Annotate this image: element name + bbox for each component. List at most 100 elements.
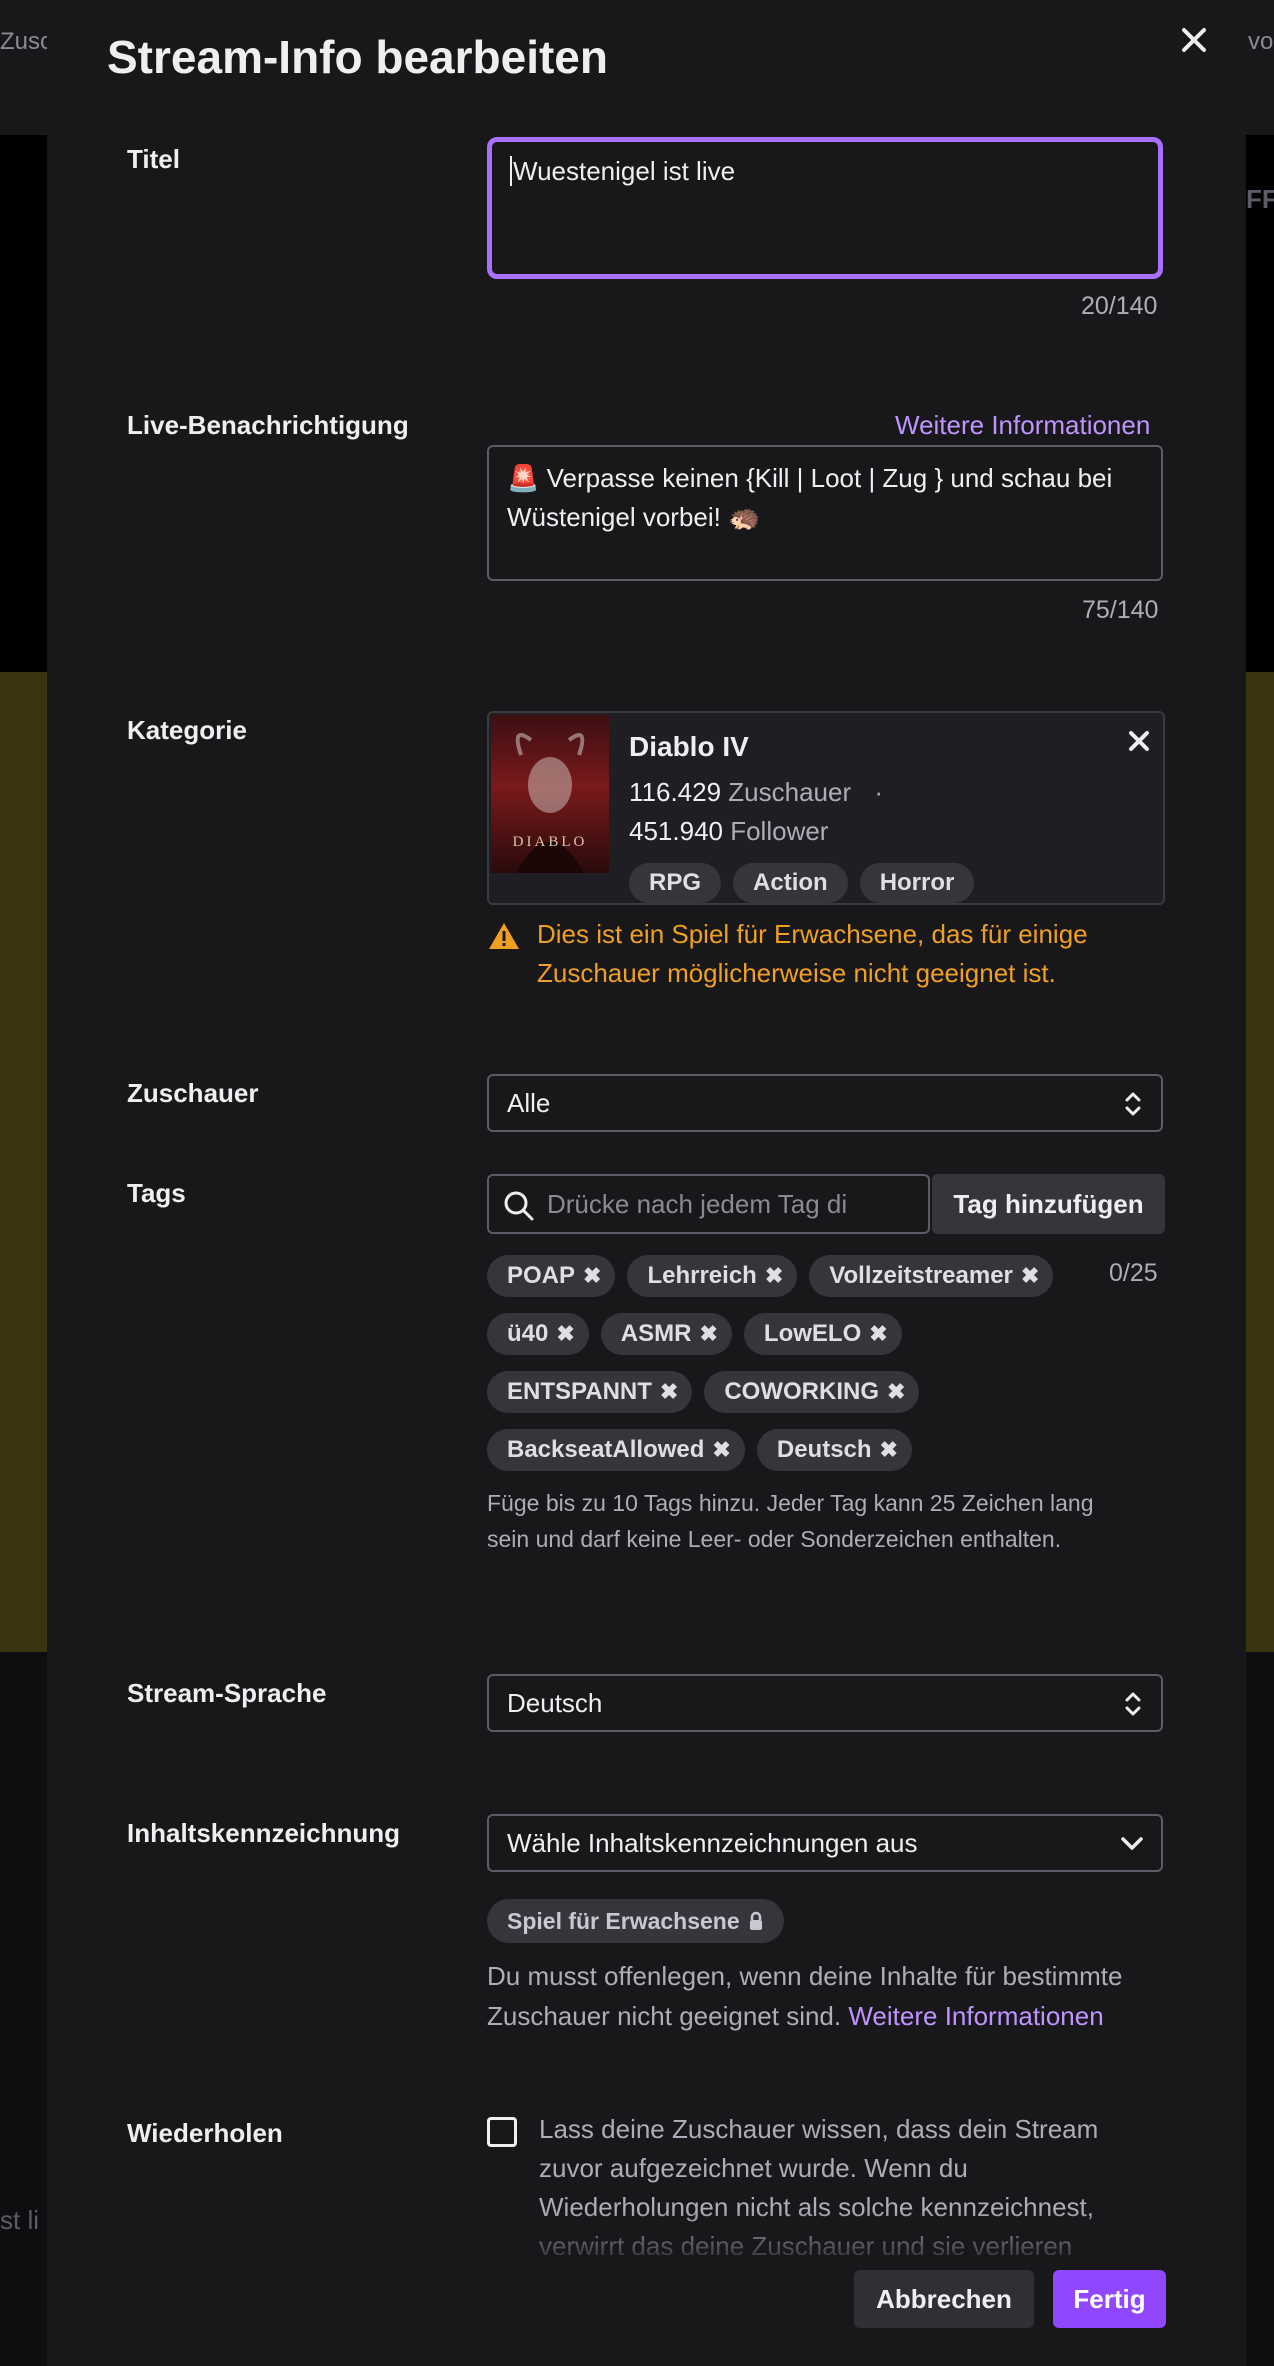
background-text-top-right: vo xyxy=(1248,28,1274,55)
remove-category-button[interactable] xyxy=(1121,723,1157,759)
rerun-label: Wiederholen xyxy=(127,2118,283,2148)
tag-chip-label: ENTSPANNT xyxy=(507,1378,652,1405)
content-classification-select[interactable]: Wähle Inhaltskennzeichnungen aus xyxy=(487,1814,1163,1872)
hedgehog-emoji: 🦔 xyxy=(728,502,761,532)
content-classification-placeholder: Wähle Inhaltskennzeichnungen aus xyxy=(507,1827,918,1858)
tag-chip[interactable]: Vollzeitstreamer ✖ xyxy=(809,1255,1054,1297)
chevron-down-icon xyxy=(1121,1837,1143,1850)
tag-list-row-2: ü40 ✖ ASMR ✖ LowELO ✖ xyxy=(487,1313,902,1355)
tags-help-text: Füge bis zu 10 Tags hinzu. Jeder Tag kan… xyxy=(487,1490,1094,1552)
tag-chip-label: POAP xyxy=(507,1262,576,1289)
category-viewers-label: Zuschauer xyxy=(728,777,852,807)
language-select[interactable]: Deutsch xyxy=(487,1674,1163,1732)
select-arrows-icon xyxy=(1125,1092,1141,1116)
category-followers-value: 451.940 xyxy=(629,816,723,846)
siren-emoji: 🚨 xyxy=(507,463,540,493)
text-caret xyxy=(510,156,512,186)
remove-tag-icon: ✖ xyxy=(764,1263,784,1288)
tag-chip[interactable]: POAP ✖ xyxy=(487,1255,616,1297)
category-cover-image: DIABLO xyxy=(491,715,609,873)
notification-more-info-link[interactable]: Weitere Informationen xyxy=(895,410,1150,441)
tag-list-row-1: POAP ✖ Lehrreich ✖ Vollzeitstreamer ✖ xyxy=(487,1255,1054,1297)
warning-icon xyxy=(489,923,519,949)
notification-input[interactable]: 🚨 Verpasse keinen {Kill | Loot | Zug } u… xyxy=(487,445,1163,581)
lock-icon xyxy=(749,1911,762,1930)
category-tags: RPG Action Horror xyxy=(629,863,975,903)
remove-tag-icon: ✖ xyxy=(879,1437,898,1462)
tags-counter: 0/25 xyxy=(1109,1259,1158,1287)
remove-tag-icon: ✖ xyxy=(659,1379,679,1404)
tag-chip[interactable]: ASMR ✖ xyxy=(600,1313,732,1355)
mature-game-chip-label: Spiel für Erwachsene xyxy=(507,1907,740,1934)
background-text-top-left: Zusc xyxy=(0,28,53,55)
cancel-button[interactable]: Abbrechen xyxy=(854,2270,1034,2328)
tag-chip[interactable]: Deutsch ✖ xyxy=(756,1429,912,1471)
tags-label: Tags xyxy=(127,1178,186,1208)
category-cover-text: DIABLO xyxy=(512,834,588,850)
close-icon xyxy=(1129,731,1149,751)
notification-input-value: Verpasse keinen {Kill | Loot | Zug } und… xyxy=(507,463,1113,532)
stat-separator: · xyxy=(874,777,884,807)
remove-tag-icon: ✖ xyxy=(583,1263,602,1288)
mature-game-warning: Dies ist ein Spiel für Erwachsene, das f… xyxy=(537,919,1088,988)
title-char-counter: 20/140 xyxy=(1081,292,1158,320)
category-name: Diablo IV xyxy=(629,731,749,762)
tag-list-row-4: BackseatAllowed ✖ Deutsch ✖ xyxy=(487,1429,912,1471)
search-icon xyxy=(504,1191,534,1221)
select-arrows-icon xyxy=(1125,1692,1141,1716)
tag-chip[interactable]: COWORKING ✖ xyxy=(704,1371,920,1413)
add-tag-button[interactable]: Tag hinzufügen xyxy=(932,1174,1165,1234)
notification-char-counter: 75/140 xyxy=(1082,596,1159,624)
tag-chip-label: Deutsch xyxy=(776,1436,872,1463)
category-tag[interactable]: Horror xyxy=(859,863,975,903)
category-tag[interactable]: RPG xyxy=(629,863,722,903)
tag-chip[interactable]: ENTSPANNT ✖ xyxy=(487,1371,693,1413)
mature-game-chip: Spiel für Erwachsene xyxy=(487,1899,784,1943)
tag-chip-label: COWORKING xyxy=(724,1378,879,1405)
tag-chip-label: LowELO xyxy=(763,1320,862,1347)
language-select-value: Deutsch xyxy=(507,1687,603,1718)
remove-tag-icon: ✖ xyxy=(556,1321,575,1346)
close-button[interactable] xyxy=(1172,18,1216,62)
rerun-checkbox[interactable] xyxy=(487,2117,517,2147)
title-label: Titel xyxy=(127,144,180,174)
tag-chip-label: ASMR xyxy=(620,1320,692,1347)
tag-search-input[interactable]: Drücke nach jedem Tag di xyxy=(487,1174,930,1234)
remove-tag-icon: ✖ xyxy=(886,1379,906,1404)
tag-chip[interactable]: ü40 ✖ xyxy=(487,1313,589,1355)
tag-chip-label: Vollzeitstreamer xyxy=(829,1262,1013,1289)
tag-chip-label: BackseatAllowed xyxy=(507,1436,705,1463)
audience-select[interactable]: Alle xyxy=(487,1074,1163,1132)
language-label: Stream-Sprache xyxy=(127,1678,327,1708)
tag-search-placeholder: Drücke nach jedem Tag di xyxy=(547,1188,848,1219)
category-card: DIABLO Diablo IV 116.429 Zuschauer · 451… xyxy=(487,711,1165,905)
edit-stream-info-dialog: Stream-Info bearbeiten Titel Wuestenigel… xyxy=(47,0,1246,2366)
notification-label: Live-Benachrichtigung xyxy=(127,410,409,440)
dialog-title: Stream-Info bearbeiten xyxy=(107,31,608,83)
category-tag[interactable]: Action xyxy=(733,863,848,903)
remove-tag-icon: ✖ xyxy=(869,1321,888,1346)
category-viewers-value: 116.429 xyxy=(629,777,722,807)
remove-tag-icon: ✖ xyxy=(699,1321,718,1346)
close-icon xyxy=(1182,28,1206,52)
background-text-bottom-left: st li xyxy=(0,2205,39,2235)
category-viewers: 116.429 Zuschauer · xyxy=(629,777,883,808)
tag-chip[interactable]: BackseatAllowed ✖ xyxy=(487,1429,745,1471)
background-text-offline: FF xyxy=(1246,184,1274,214)
category-followers: 451.940 Follower xyxy=(629,816,828,847)
content-classification-help: Du musst offenlegen, wenn deine Inhalte … xyxy=(487,1956,1187,2036)
tag-chip-label: Lehrreich xyxy=(647,1262,757,1289)
title-input[interactable]: Wuestenigel ist live xyxy=(487,137,1163,279)
content-classification-label: Inhaltskennzeichnung xyxy=(127,1818,401,1848)
remove-tag-icon: ✖ xyxy=(712,1437,731,1462)
category-followers-label: Follower xyxy=(730,816,829,846)
tag-chip[interactable]: Lehrreich ✖ xyxy=(627,1255,798,1297)
tag-chip[interactable]: LowELO ✖ xyxy=(743,1313,902,1355)
done-button[interactable]: Fertig xyxy=(1053,2270,1166,2328)
audience-select-value: Alle xyxy=(507,1087,551,1118)
tag-list-row-3: ENTSPANNT ✖ COWORKING ✖ xyxy=(487,1371,920,1413)
content-classification-more-info-link[interactable]: Weitere Informationen xyxy=(848,2001,1103,2031)
audience-label: Zuschauer xyxy=(127,1078,259,1108)
tag-chip-label: ü40 xyxy=(507,1320,549,1347)
remove-tag-icon: ✖ xyxy=(1020,1263,1040,1288)
